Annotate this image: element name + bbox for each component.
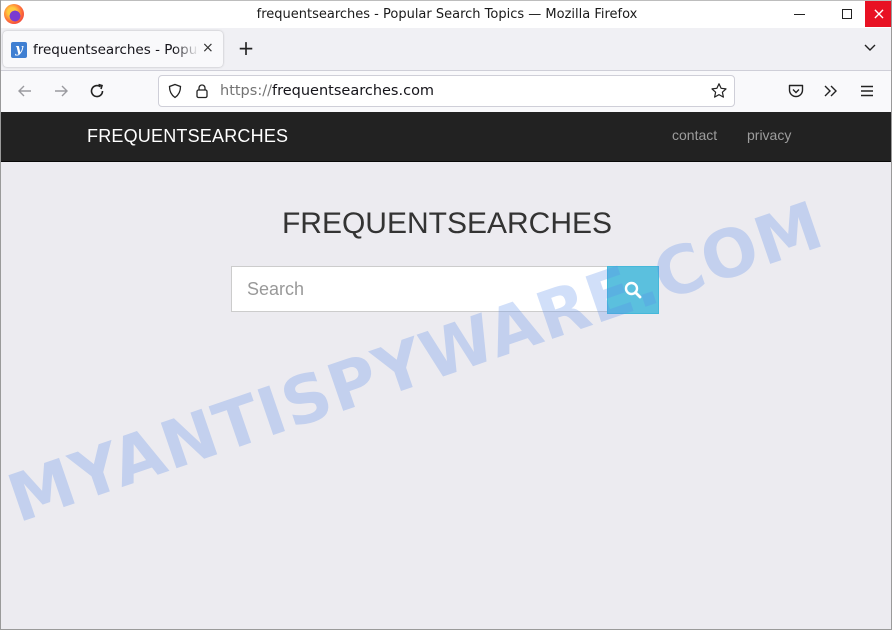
browser-window: frequentsearches - Popular Search Topics… <box>0 0 892 630</box>
url-bar[interactable]: https://frequentsearches.com <box>158 75 735 107</box>
search-form <box>231 266 659 314</box>
tab-strip: y frequentsearches - Popular Search Topi… <box>1 28 891 71</box>
nav-link-contact[interactable]: contact <box>672 127 717 143</box>
close-icon: × <box>872 4 886 23</box>
search-button[interactable] <box>607 266 659 314</box>
tab-frequentsearches[interactable]: y frequentsearches - Popular Search Topi… <box>3 31 223 67</box>
close-window-button[interactable]: × <box>865 1 891 27</box>
nav-link-privacy[interactable]: privacy <box>747 127 791 143</box>
reload-icon[interactable] <box>88 82 106 100</box>
navigation-bar: https://frequentsearches.com <box>1 71 891 112</box>
new-tab-button[interactable]: + <box>235 36 257 60</box>
back-icon[interactable] <box>16 82 34 100</box>
minimize-button[interactable] <box>779 1 819 27</box>
hamburger-menu-icon[interactable] <box>858 82 876 100</box>
lock-icon[interactable] <box>194 83 210 99</box>
url-text[interactable]: https://frequentsearches.com <box>220 83 434 99</box>
star-icon[interactable] <box>710 82 728 100</box>
url-scheme: https:// <box>220 83 272 99</box>
search-input[interactable] <box>231 266 608 312</box>
forward-icon[interactable] <box>52 82 70 100</box>
page-content: FREQUENTSEARCHES MYANTISPYWARE.COM <box>1 163 891 629</box>
pocket-icon[interactable] <box>787 82 805 100</box>
hero-title: FREQUENTSEARCHES <box>281 207 613 240</box>
maximize-icon <box>842 9 852 19</box>
chevron-down-icon[interactable] <box>863 40 877 54</box>
site-favicon-icon: y <box>11 42 27 58</box>
tab-close-button[interactable]: × <box>202 40 214 56</box>
site-navbar: FREQUENTSEARCHES contact privacy <box>1 112 891 162</box>
url-host: frequentsearches.com <box>271 83 435 99</box>
minimize-icon <box>793 13 805 15</box>
shield-icon[interactable] <box>167 83 183 99</box>
search-icon <box>624 281 642 299</box>
window-title: frequentsearches - Popular Search Topics… <box>256 7 638 22</box>
maximize-button[interactable] <box>827 1 867 27</box>
site-brand-link[interactable]: FREQUENTSEARCHES <box>87 126 288 147</box>
tab-title: frequentsearches - Popular Search Topics <box>33 42 199 58</box>
title-bar: frequentsearches - Popular Search Topics… <box>1 0 891 28</box>
overflow-icon[interactable] <box>822 82 840 100</box>
